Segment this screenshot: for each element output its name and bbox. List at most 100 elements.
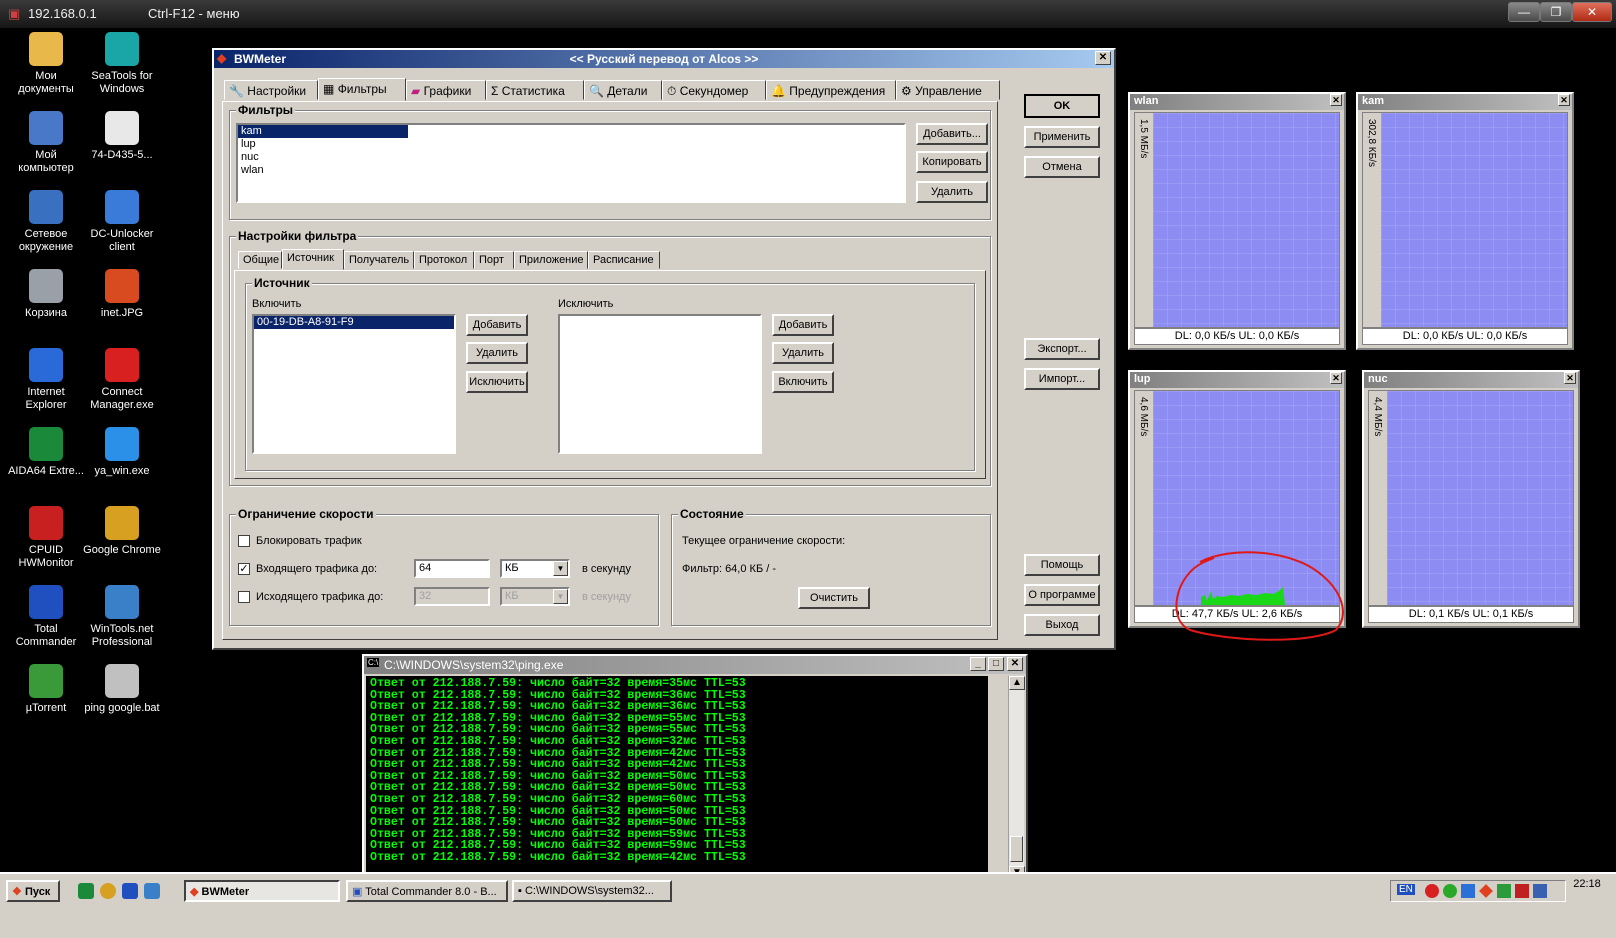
start-button[interactable]: ❖ Пуск xyxy=(6,880,60,902)
desktop-icon[interactable]: Мой компьютер xyxy=(6,111,86,175)
filter-item[interactable]: lup xyxy=(238,138,904,151)
monitor-tray-icon[interactable] xyxy=(1497,884,1511,898)
desktop-icon[interactable]: AIDA64 Extre... xyxy=(6,427,86,478)
taskbar-bwmeter[interactable]: ◆ BWMeter xyxy=(184,880,340,902)
block-traffic-checkbox[interactable] xyxy=(238,535,250,547)
desktop-icon[interactable]: CPUID HWMonitor xyxy=(6,506,86,570)
desktop-icon[interactable]: WinTools.net Professional xyxy=(82,585,162,649)
desktop-icon[interactable]: Google Chrome xyxy=(82,506,162,557)
wintools-quicklaunch-icon[interactable] xyxy=(144,883,160,899)
include-exclude-button[interactable]: Исключить xyxy=(466,371,528,393)
help-button[interactable]: Помощь xyxy=(1024,554,1100,576)
incoming-limit-input[interactable]: 64 xyxy=(414,559,490,578)
opera-tray-icon[interactable] xyxy=(1425,884,1439,898)
rdp-minimize-button[interactable]: — xyxy=(1508,2,1540,22)
close-icon[interactable]: ✕ xyxy=(1564,372,1576,384)
graph-kam-title[interactable]: kam ✕ xyxy=(1358,94,1572,110)
tab-filters[interactable]: ▦ Фильтры xyxy=(318,78,406,101)
taskbar-console[interactable]: ▪ C:\WINDOWS\system32... xyxy=(512,880,672,902)
add-filter-button[interactable]: Добавить... xyxy=(916,123,988,145)
filter-item[interactable]: wlan xyxy=(238,164,904,177)
include-add-button[interactable]: Добавить xyxy=(466,314,528,336)
incoming-unit-select[interactable]: КБ ▼ xyxy=(500,559,570,578)
speaker-tray-icon[interactable] xyxy=(1515,884,1529,898)
subtab-schedule[interactable]: Расписание xyxy=(588,251,660,269)
scroll-up-icon[interactable]: ▲ xyxy=(1009,676,1025,690)
outgoing-unit-select[interactable]: КБ ▼ xyxy=(500,587,570,606)
tab-statistics[interactable]: Σ Статистика xyxy=(486,80,584,100)
apply-button[interactable]: Применить xyxy=(1024,126,1100,148)
desktop-icon[interactable]: DC-Unlocker client xyxy=(82,190,162,254)
tab-alerts[interactable]: 🔔 Предупреждения xyxy=(766,80,896,100)
copy-filter-button[interactable]: Копировать xyxy=(916,151,988,173)
subtab-general[interactable]: Общие xyxy=(238,251,282,269)
outgoing-limit-checkbox[interactable] xyxy=(238,591,250,603)
exit-button[interactable]: Выход xyxy=(1024,614,1100,636)
display-tray-icon[interactable] xyxy=(1533,884,1547,898)
filters-list[interactable]: kam lup nuc wlan xyxy=(236,123,906,203)
taskbar-total-commander[interactable]: ▣ Total Commander 8.0 - В... xyxy=(346,880,508,902)
clear-button[interactable]: Очистить xyxy=(798,587,870,609)
total-commander-quicklaunch-icon[interactable] xyxy=(122,883,138,899)
network-tray-icon[interactable] xyxy=(1461,884,1475,898)
utorrent-tray-icon[interactable] xyxy=(1443,884,1457,898)
chrome-quicklaunch-icon[interactable] xyxy=(100,883,116,899)
import-button[interactable]: Импорт... xyxy=(1024,368,1100,390)
scroll-thumb[interactable] xyxy=(1010,836,1023,862)
close-icon[interactable]: ✕ xyxy=(1558,94,1570,106)
outgoing-limit-input[interactable]: 32 xyxy=(414,587,490,606)
close-icon[interactable]: ✕ xyxy=(1330,94,1342,106)
desktop-icon[interactable]: ping google.bat xyxy=(82,664,162,715)
exclude-list[interactable] xyxy=(558,314,762,454)
bwmeter-close-button[interactable]: ✕ xyxy=(1095,51,1111,65)
desktop-icon[interactable]: µTorrent xyxy=(6,664,86,715)
about-button[interactable]: О программе xyxy=(1024,584,1100,606)
subtab-protocol[interactable]: Протокол xyxy=(414,251,474,269)
graph-lup-title[interactable]: lup ✕ xyxy=(1130,372,1344,388)
desktop-icon[interactable]: Total Commander xyxy=(6,585,86,649)
desktop-icon[interactable]: 74-D435-5... xyxy=(82,111,162,162)
tab-control[interactable]: ⚙ Управление xyxy=(896,80,1000,100)
graph-wlan-title[interactable]: wlan ✕ xyxy=(1130,94,1344,110)
tab-details[interactable]: 🔍 Детали xyxy=(584,80,662,100)
console-scrollbar[interactable]: ▲ ▼ xyxy=(1008,676,1025,882)
console-titlebar[interactable]: C:\ C:\WINDOWS\system32\ping.exe _ □ ✕ xyxy=(364,656,1026,674)
desktop-icon[interactable]: Connect Manager.exe xyxy=(82,348,162,412)
graph-nuc-title[interactable]: nuc ✕ xyxy=(1364,372,1578,388)
incoming-limit-checkbox[interactable]: ✓ xyxy=(238,563,250,575)
desktop-icon[interactable]: Корзина xyxy=(6,269,86,320)
console-minimize-button[interactable]: _ xyxy=(970,657,986,671)
exclude-add-button[interactable]: Добавить xyxy=(772,314,834,336)
cancel-button[interactable]: Отмена xyxy=(1024,156,1100,178)
delete-filter-button[interactable]: Удалить xyxy=(916,181,988,203)
tab-graphs[interactable]: ▰ Графики xyxy=(406,80,486,100)
exclude-delete-button[interactable]: Удалить xyxy=(772,342,834,364)
export-button[interactable]: Экспорт... xyxy=(1024,338,1100,360)
bwmeter-tray-icon[interactable] xyxy=(1479,884,1493,898)
ok-button[interactable]: OK xyxy=(1024,94,1100,118)
rdp-close-button[interactable]: ✕ xyxy=(1572,2,1612,22)
subtab-port[interactable]: Порт xyxy=(474,251,514,269)
subtab-source[interactable]: Источник xyxy=(282,249,344,270)
include-list[interactable]: 00-19-DB-A8-91-F9 xyxy=(252,314,456,454)
filter-item[interactable]: kam xyxy=(238,125,408,138)
close-icon[interactable]: ✕ xyxy=(1330,372,1342,384)
console-close-button[interactable]: ✕ xyxy=(1007,657,1023,671)
include-delete-button[interactable]: Удалить xyxy=(466,342,528,364)
language-indicator[interactable]: EN xyxy=(1397,884,1415,895)
aida64-quicklaunch-icon[interactable] xyxy=(78,883,94,899)
bwmeter-titlebar[interactable]: ◆ BWMeter << Русский перевод от Alcos >>… xyxy=(214,50,1114,68)
desktop-icon[interactable]: SeaTools for Windows xyxy=(82,32,162,96)
rdp-restore-button[interactable]: ❐ xyxy=(1540,2,1572,22)
include-item[interactable]: 00-19-DB-A8-91-F9 xyxy=(254,316,454,329)
console-maximize-button[interactable]: □ xyxy=(988,657,1004,671)
exclude-include-button[interactable]: Включить xyxy=(772,371,834,393)
tab-stopwatch[interactable]: ⏱ Секундомер xyxy=(662,80,766,100)
desktop-icon[interactable]: ya_win.exe xyxy=(82,427,162,478)
desktop-icon[interactable]: inet.JPG xyxy=(82,269,162,320)
desktop-icon[interactable]: Сетевое окружение xyxy=(6,190,86,254)
desktop-icon[interactable]: Мои документы xyxy=(6,32,86,96)
tab-settings[interactable]: 🔧 Настройки xyxy=(224,80,318,100)
subtab-destination[interactable]: Получатель xyxy=(344,251,414,269)
subtab-application[interactable]: Приложение xyxy=(514,251,588,269)
